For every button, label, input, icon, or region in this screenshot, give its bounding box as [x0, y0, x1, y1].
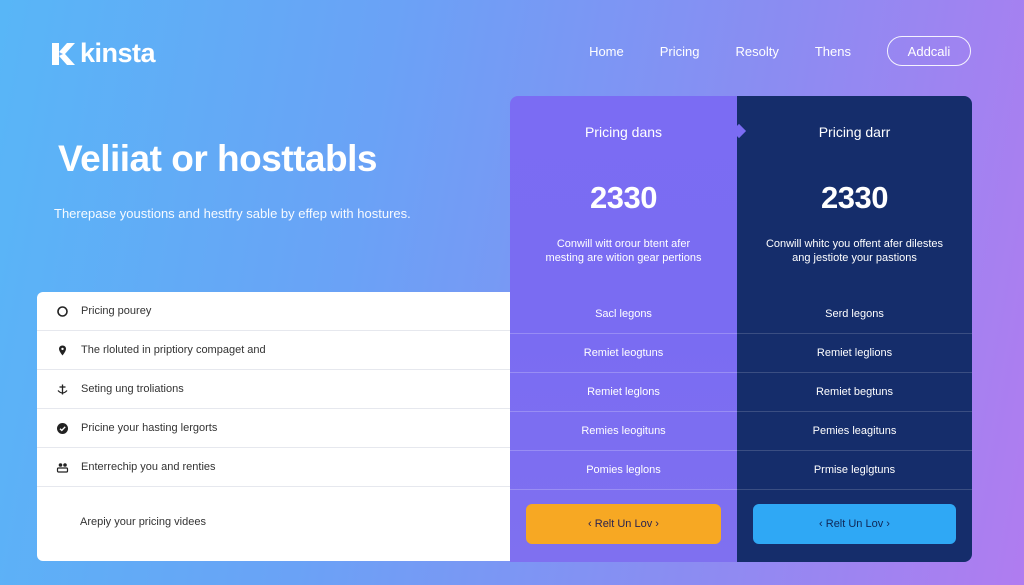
plan-card-1: Pricing dans 2330 Conwill witt orour bte…	[510, 96, 737, 562]
nav-link-resolty[interactable]: Resolty	[736, 44, 779, 59]
feature-row: Pricing pourey	[37, 292, 511, 331]
header-cta-button[interactable]: Addcali	[887, 36, 971, 66]
plan-price: 2330	[821, 180, 888, 215]
plan-feature-row: Remiet leogtuns	[510, 334, 737, 373]
nav-link-pricing[interactable]: Pricing	[660, 44, 700, 59]
feature-label: Seting ung troliations	[81, 383, 184, 395]
plan-feature-row: Remiet leglions	[737, 334, 972, 373]
plan-feature-row: Prmise leglgtuns	[737, 451, 972, 490]
nav-link-thens[interactable]: Thens	[815, 44, 851, 59]
plan-feature-row: Sacl legons	[510, 295, 737, 334]
feature-label: Pricing pourey	[81, 305, 152, 317]
feature-label: The rloluted in priptiory compaget and	[81, 344, 266, 356]
plan-feature-list: Sacl legons Remiet leogtuns Remiet leglo…	[510, 295, 737, 490]
plan-feature-row: Pomies leglons	[510, 451, 737, 490]
logo-text: kinsta	[80, 38, 156, 68]
plan-feature-row: Remiet begtuns	[737, 373, 972, 412]
plan-name: Pricing dans	[584, 124, 663, 140]
hero-title: Veliiat or hosttabls	[58, 138, 377, 179]
anchor-icon	[56, 383, 69, 396]
plan-name: Pricing darr	[818, 124, 891, 140]
plan-feature-row: Pemies leagituns	[737, 412, 972, 451]
hero-subtitle: Therepase youstions and hestfry sable by…	[54, 206, 411, 221]
features-list: Pricing pourey The rloluted in priptiory…	[37, 292, 511, 561]
plan-2-select-button[interactable]: ‹ Relt Un Lov ›	[753, 504, 956, 544]
top-nav: Home Pricing Resolty Thens Addcali	[589, 36, 971, 66]
plan-feature-row: Remiet leglons	[510, 373, 737, 412]
feature-row: Enterrechip you and renties	[37, 448, 511, 487]
circle-icon	[56, 305, 69, 318]
plan-card-2: Pricing darr 2330 Conwill whitc you offe…	[737, 96, 972, 562]
feature-label: Enterrechip you and renties	[81, 461, 216, 473]
features-footer-text: Arepiy your pricing videes	[80, 516, 206, 528]
plan-description: Conwill whitc you offent afer dilestes a…	[765, 238, 944, 264]
plan-feature-row: Serd legons	[737, 295, 972, 334]
nav-link-home[interactable]: Home	[589, 44, 624, 59]
pricing-plans: Pricing dans 2330 Conwill witt orour bte…	[510, 96, 972, 562]
map-pin-icon	[56, 344, 69, 357]
feature-row: Pricine your hasting lergorts	[37, 409, 511, 448]
feature-label: Pricine your hasting lergorts	[81, 422, 218, 434]
plan-feature-row: Remies leogituns	[510, 412, 737, 451]
check-circle-icon	[56, 422, 69, 435]
users-icon	[56, 461, 69, 474]
plan-1-select-button[interactable]: ‹ Relt Un Lov ›	[526, 504, 721, 544]
plan-price: 2330	[590, 180, 657, 215]
plan-feature-list: Serd legons Remiet leglions Remiet begtu…	[737, 295, 972, 490]
feature-row: Seting ung troliations	[37, 370, 511, 409]
logo[interactable]: kinsta	[50, 38, 156, 69]
kinsta-logo-icon	[50, 41, 76, 67]
plan-description: Conwill witt orour btent afer mesting ar…	[545, 238, 702, 264]
feature-row: The rloluted in priptiory compaget and	[37, 331, 511, 370]
